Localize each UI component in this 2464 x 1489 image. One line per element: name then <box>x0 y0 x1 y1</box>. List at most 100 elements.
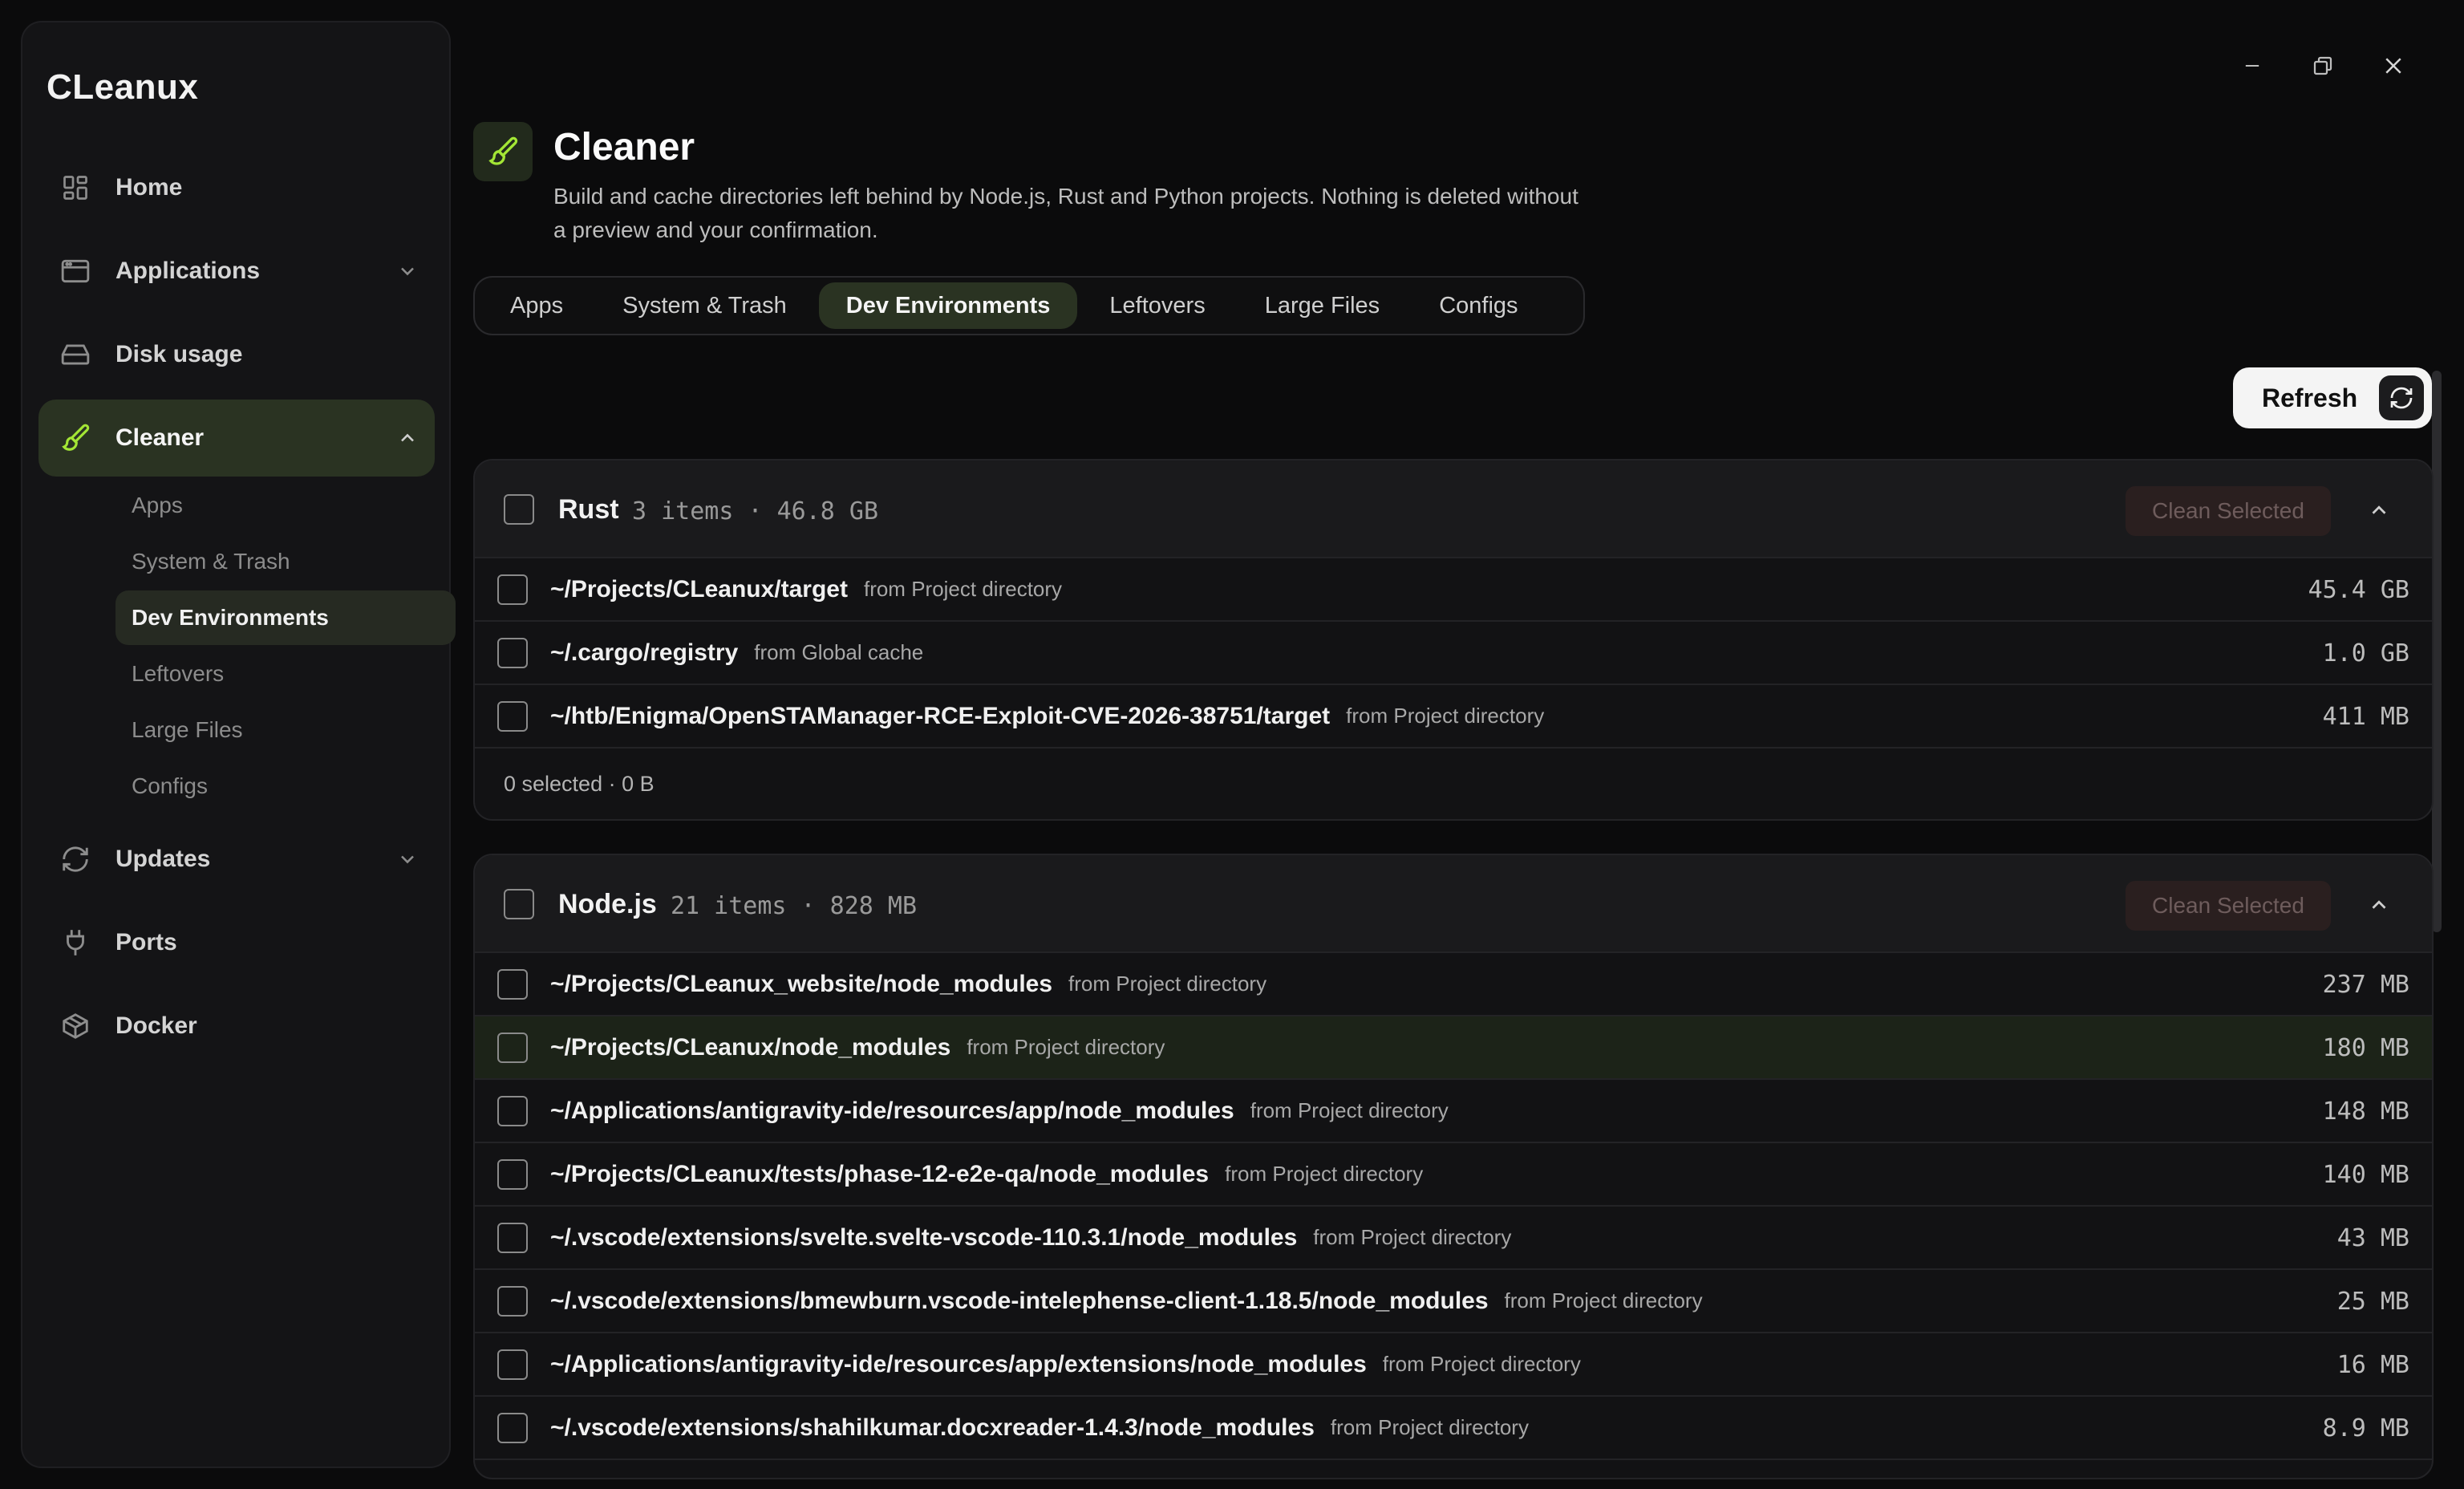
row-size: 411 MB <box>2322 703 2409 731</box>
row-path: ~/htb/Enigma/OpenSTAManager-RCE-Exploit-… <box>550 702 1331 729</box>
minimize-button[interactable] <box>2235 48 2270 83</box>
table-row[interactable]: ~/Applications/antigravity-ide/resources… <box>475 1080 2432 1143</box>
row-source: from Project directory <box>1382 1352 1581 1376</box>
sidebar-sub-dev-environments[interactable]: Dev Environments <box>116 590 456 645</box>
row-path: ~/Applications/antigravity-ide/resources… <box>550 1350 1367 1377</box>
tab-system-trash[interactable]: System & Trash <box>595 282 814 329</box>
chevron-up-icon <box>396 427 419 449</box>
minimize-icon <box>2241 55 2263 77</box>
table-row[interactable]: ~/Projects/CLeanux/node_modules from Pro… <box>475 1016 2432 1080</box>
row-source: from Project directory <box>1504 1288 1703 1313</box>
clean-selected-button[interactable]: Clean Selected <box>2126 881 2331 931</box>
row-checkbox[interactable] <box>497 638 528 668</box>
row-size: 140 MB <box>2322 1161 2409 1189</box>
row-size: 45.4 GB <box>2308 576 2409 604</box>
row-checkbox[interactable] <box>497 701 528 732</box>
table-row[interactable]: ~/Projects/CLeanux/target from Project d… <box>475 558 2432 622</box>
row-checkbox[interactable] <box>497 1286 528 1317</box>
table-row[interactable]: ~/Applications/antigravity-ide/resources… <box>475 1333 2432 1397</box>
sidebar: CLeanux Home Applications Disk usage Cle… <box>21 21 456 1468</box>
tab-configs[interactable]: Configs <box>1412 282 1545 329</box>
window-icon <box>59 255 91 287</box>
page-title: Cleaner <box>553 126 695 168</box>
sidebar-item-label: Docker <box>116 1012 197 1039</box>
group-select-checkbox[interactable] <box>504 889 534 919</box>
sidebar-sub-leftovers[interactable]: Leftovers <box>116 647 456 701</box>
row-size: 25 MB <box>2336 1288 2409 1316</box>
sidebar-item-disk-usage[interactable]: Disk usage <box>38 316 435 393</box>
row-checkbox[interactable] <box>497 1413 528 1443</box>
refresh-icon <box>59 843 91 875</box>
table-row[interactable]: ~/.vscode/extensions/svelte.svelte-vscod… <box>475 1207 2432 1270</box>
collapse-button[interactable] <box>2366 497 2392 523</box>
row-size: 237 MB <box>2322 971 2409 999</box>
plug-icon <box>59 927 91 959</box>
row-source: from Project directory <box>1225 1162 1424 1186</box>
table-row[interactable]: ~/.vscode/extensions/bmewburn.vscode-int… <box>475 1270 2432 1333</box>
tab-dev-environments[interactable]: Dev Environments <box>818 282 1078 329</box>
sidebar-item-label: Updates <box>116 846 211 872</box>
table-row[interactable]: ~/Projects/CLeanux/tests/phase-12-e2e-qa… <box>475 1143 2432 1207</box>
grid-icon <box>59 172 91 204</box>
table-row[interactable]: ~/htb/Enigma/OpenSTAManager-RCE-Exploit-… <box>475 685 2432 749</box>
sidebar-sub-system-trash[interactable]: System & Trash <box>116 534 456 589</box>
tab-apps[interactable]: Apps <box>483 282 590 329</box>
brush-icon <box>487 136 519 168</box>
refresh-button[interactable]: Refresh <box>2233 367 2432 428</box>
sidebar-item-docker[interactable]: Docker <box>38 988 435 1065</box>
group-footer: 0 selected · 0 B <box>504 771 654 796</box>
sidebar-item-ports[interactable]: Ports <box>38 904 435 981</box>
sidebar-item-cleaner[interactable]: Cleaner <box>38 400 435 477</box>
close-icon <box>2381 54 2405 78</box>
sidebar-sub-large-files[interactable]: Large Files <box>116 703 456 757</box>
sidebar-item-label: Cleaner <box>116 424 205 451</box>
table-row[interactable]: ~/Projects/CLeanux_website/node_modules … <box>475 953 2432 1016</box>
row-checkbox[interactable] <box>497 1096 528 1126</box>
collapse-button[interactable] <box>2366 892 2392 918</box>
row-source: from Project directory <box>1068 972 1267 996</box>
maximize-button[interactable] <box>2305 48 2340 83</box>
refresh-icon <box>2379 375 2424 420</box>
clean-selected-button[interactable]: Clean Selected <box>2126 486 2331 536</box>
close-button[interactable] <box>2376 48 2411 83</box>
nodejs-group: Node.js 21 items · 828 MB Clean Selected… <box>473 854 2434 1479</box>
tab-large-files[interactable]: Large Files <box>1238 282 1407 329</box>
group-name: Node.js <box>558 889 657 919</box>
row-checkbox[interactable] <box>497 1349 528 1380</box>
group-header: Rust 3 items · 46.8 GB Clean Selected <box>475 460 2432 558</box>
row-size: 1.0 GB <box>2322 639 2409 667</box>
row-source: from Project directory <box>1330 1415 1529 1439</box>
row-checkbox[interactable] <box>497 1223 528 1253</box>
row-source: from Global cache <box>754 640 924 664</box>
row-checkbox[interactable] <box>497 969 528 1000</box>
page-description: Build and cache directories left behind … <box>553 184 1578 242</box>
sidebar-item-label: Home <box>116 174 183 201</box>
row-size: 8.9 MB <box>2322 1414 2409 1442</box>
row-path: ~/Projects/CLeanux/target <box>550 575 848 602</box>
row-checkbox[interactable] <box>497 1033 528 1063</box>
tab-leftovers[interactable]: Leftovers <box>1082 282 1232 329</box>
cleaner-tabs: Apps System & Trash Dev Environments Lef… <box>473 276 1585 335</box>
row-source: from Project directory <box>967 1035 1165 1059</box>
table-row[interactable]: ~/.vscode/extensions/shahilkumar.docxrea… <box>475 1397 2432 1460</box>
table-row[interactable]: ~/.cargo/registry from Global cache 1.0 … <box>475 622 2432 685</box>
row-checkbox[interactable] <box>497 574 528 605</box>
sidebar-item-applications[interactable]: Applications <box>38 233 435 310</box>
sidebar-sub-configs[interactable]: Configs <box>116 759 456 813</box>
rust-group: Rust 3 items · 46.8 GB Clean Selected ~/… <box>473 459 2434 821</box>
row-path: ~/.vscode/extensions/shahilkumar.docxrea… <box>550 1414 1315 1441</box>
row-path: ~/Applications/antigravity-ide/resources… <box>550 1097 1234 1124</box>
group-header: Node.js 21 items · 828 MB Clean Selected <box>475 855 2432 953</box>
sidebar-item-updates[interactable]: Updates <box>38 821 435 898</box>
group-select-checkbox[interactable] <box>504 494 534 525</box>
sidebar-sub-apps[interactable]: Apps <box>116 478 456 533</box>
sidebar-item-home[interactable]: Home <box>38 149 435 226</box>
chevron-down-icon <box>396 848 419 870</box>
sidebar-item-label: Disk usage <box>116 341 243 367</box>
row-source: from Project directory <box>1313 1225 1512 1249</box>
chevron-up-icon <box>2367 498 2391 522</box>
group-name: Rust <box>558 494 619 525</box>
row-checkbox[interactable] <box>497 1159 528 1190</box>
app-logo: CLeanux <box>47 67 199 107</box>
refresh-label: Refresh <box>2262 383 2358 412</box>
